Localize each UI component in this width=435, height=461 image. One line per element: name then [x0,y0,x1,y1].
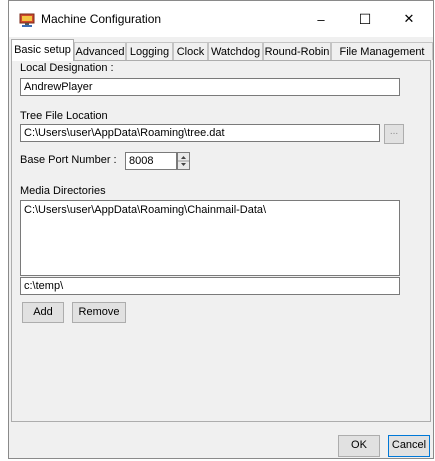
port-spinner[interactable] [177,152,190,170]
tab-clock[interactable]: Clock [173,42,208,60]
cancel-button[interactable]: Cancel [388,435,430,457]
spinner-arrows-icon [178,156,189,166]
tab-advanced[interactable]: Advanced [74,42,126,60]
media-dirs-list[interactable]: C:\Users\user\AppData\Roaming\Chainmail-… [20,200,400,276]
tree-file-input[interactable]: C:\Users\user\AppData\Roaming\tree.dat [20,124,380,142]
minimize-icon: – [317,11,325,27]
base-port-label: Base Port Number : [20,154,117,166]
maximize-icon: ☐ [358,10,372,27]
tab-file-management[interactable]: File Management [331,42,433,60]
machine-configuration-window: Machine Configuration – ☐ ✕ Basic setup … [8,0,434,459]
new-dir-input[interactable]: c:\temp\ [20,277,400,295]
local-designation-input[interactable]: AndrewPlayer [20,78,400,96]
browse-button[interactable]: ... [384,124,404,144]
basic-setup-panel: Local Designation : AndrewPlayer Tree Fi… [11,60,431,422]
minimize-button[interactable]: – [299,1,343,37]
list-item[interactable]: C:\Users\user\AppData\Roaming\Chainmail-… [24,204,396,216]
base-port-input[interactable]: 8008 [125,152,177,170]
machine-config-icon [19,12,35,28]
tab-logging[interactable]: Logging [126,42,173,60]
add-button[interactable]: Add [22,302,64,323]
remove-button[interactable]: Remove [72,302,126,323]
title-bar: Machine Configuration – ☐ ✕ [9,1,433,37]
tab-strip: Basic setup Advanced Logging Clock Watch… [11,39,433,61]
tab-watchdog[interactable]: Watchdog [208,42,263,60]
media-dirs-label: Media Directories [20,185,106,197]
close-icon: ✕ [403,11,415,26]
close-button[interactable]: ✕ [387,1,431,37]
maximize-button[interactable]: ☐ [343,1,387,37]
tree-file-label: Tree File Location [20,110,108,122]
tab-basic-setup[interactable]: Basic setup [11,39,74,61]
local-designation-label: Local Designation : [20,62,114,74]
window-title: Machine Configuration [41,12,162,26]
ok-button[interactable]: OK [338,435,380,457]
tab-round-robin[interactable]: Round-Robin [263,42,331,60]
